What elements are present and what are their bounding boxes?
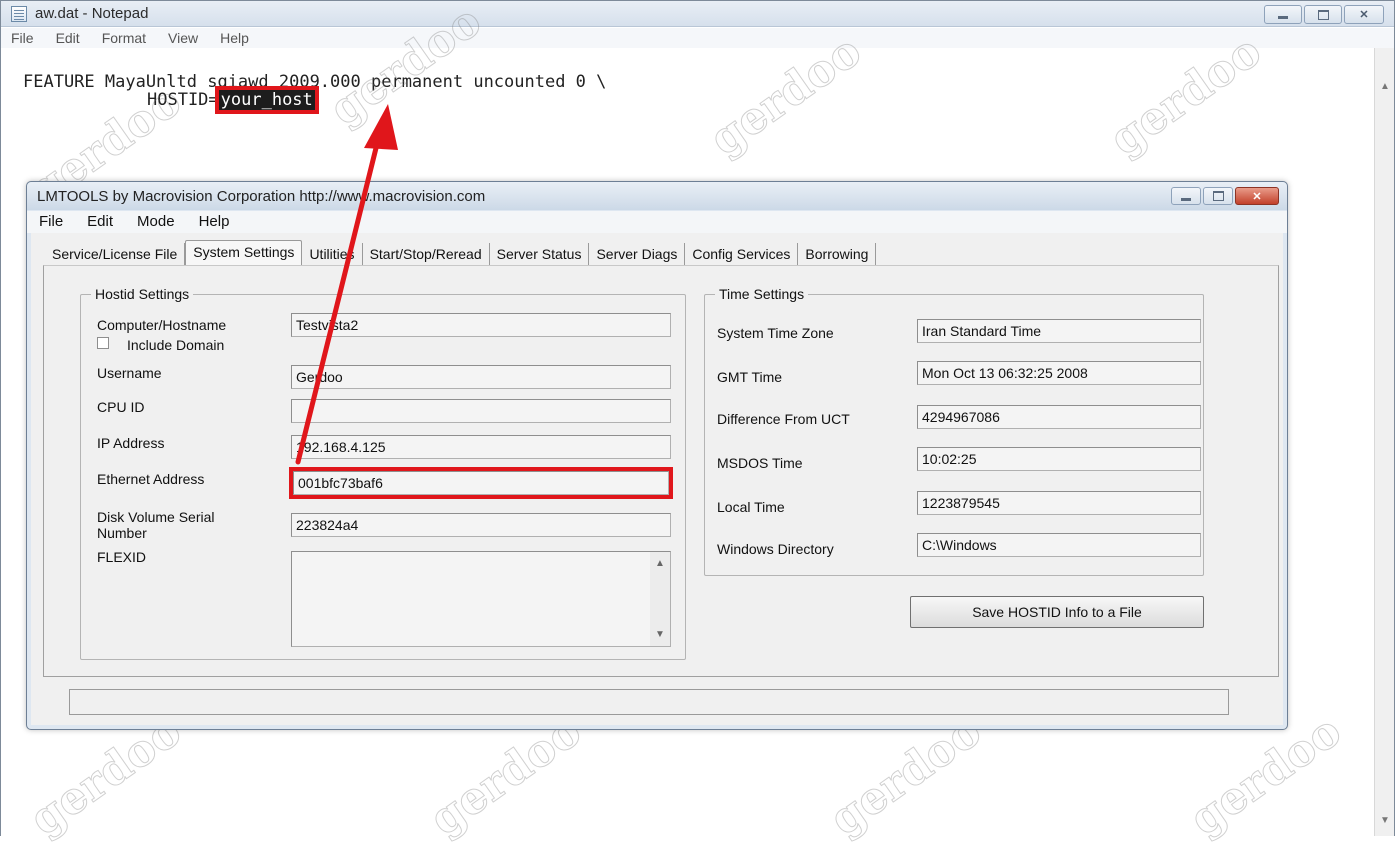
lmtools-tab-strip: Service/License File System Settings Uti… (45, 240, 877, 265)
tab-utilities[interactable]: Utilities (302, 243, 363, 265)
scroll-up-icon[interactable]: ▲ (1375, 78, 1395, 96)
notepad-menubar: File Edit Format View Help (1, 28, 1394, 48)
hostid-settings-title: Hostid Settings (91, 286, 194, 302)
lm-menu-edit[interactable]: Edit (87, 211, 113, 233)
difference-from-uct-field[interactable]: 4294967086 (917, 405, 1201, 429)
computer-hostname-field[interactable]: Testvista2 (291, 313, 671, 337)
notepad-window-controls: ✕ (1264, 5, 1384, 24)
menu-edit[interactable]: Edit (56, 28, 80, 48)
close-icon[interactable]: ✕ (1235, 187, 1279, 205)
tab-borrowing[interactable]: Borrowing (798, 243, 877, 265)
windows-directory-label: Windows Directory (717, 541, 834, 557)
hostid-prefix: HOSTID= (147, 90, 219, 110)
hostid-placeholder-highlight: your_host (214, 86, 319, 114)
computer-hostname-label: Computer/Hostname (97, 317, 227, 333)
maximize-icon[interactable] (1304, 5, 1342, 24)
system-settings-panel: Hostid Settings Computer/Hostname Testvi… (43, 265, 1279, 677)
cpu-id-label: CPU ID (97, 399, 145, 415)
include-domain-checkbox[interactable] (97, 337, 109, 349)
tab-server-status[interactable]: Server Status (490, 243, 590, 265)
tab-server-diags[interactable]: Server Diags (589, 243, 686, 265)
lm-menu-help[interactable]: Help (199, 211, 230, 233)
license-line-hostid: HOSTID= your_host (147, 86, 319, 114)
disk-volume-label-number: Number (97, 525, 147, 541)
scroll-down-icon[interactable]: ▼ (1375, 812, 1395, 830)
ip-address-field[interactable]: 192.168.4.125 (291, 435, 671, 459)
scroll-up-icon[interactable]: ▲ (655, 558, 665, 569)
gmt-time-field[interactable]: Mon Oct 13 06:32:25 2008 (917, 361, 1201, 385)
flexid-label: FLEXID (97, 549, 147, 565)
lmtools-menubar: File Edit Mode Help (27, 211, 1287, 233)
local-time-field[interactable]: 1223879545 (917, 491, 1201, 515)
difference-from-uct-label: Difference From UCT (717, 411, 850, 427)
scroll-down-icon[interactable]: ▼ (655, 629, 665, 640)
notepad-icon (11, 6, 27, 22)
lmtools-status-bar (69, 689, 1229, 715)
save-hostid-button[interactable]: Save HOSTID Info to a File (910, 596, 1204, 628)
lmtools-titlebar[interactable]: LMTOOLS by Macrovision Corporation http:… (27, 182, 1287, 210)
close-icon[interactable]: ✕ (1344, 5, 1384, 24)
license-line-feature: FEATURE MayaUnltd sgiawd 2009.000 perman… (23, 72, 607, 92)
tab-config-services[interactable]: Config Services (685, 243, 799, 265)
menu-view[interactable]: View (168, 28, 198, 48)
ethernet-address-field[interactable]: 001bfc73baf6 (289, 467, 673, 499)
username-field[interactable]: Gerdoo (291, 365, 671, 389)
minimize-icon[interactable] (1264, 5, 1302, 24)
menu-help[interactable]: Help (220, 28, 249, 48)
ip-address-label: IP Address (97, 435, 165, 451)
msdos-time-field[interactable]: 10:02:25 (917, 447, 1201, 471)
flexid-listbox[interactable]: ▲ ▼ (291, 551, 671, 647)
include-domain-label: Include Domain (127, 337, 225, 353)
ethernet-address-label: Ethernet Address (97, 471, 205, 487)
system-time-zone-label: System Time Zone (717, 325, 834, 341)
tab-service-license-file[interactable]: Service/License File (45, 243, 186, 265)
time-settings-title: Time Settings (715, 286, 809, 302)
username-label: Username (97, 365, 162, 381)
lm-menu-file[interactable]: File (39, 211, 63, 233)
notepad-vertical-scrollbar[interactable]: ▲ ▼ (1374, 48, 1394, 836)
tab-start-stop-reread[interactable]: Start/Stop/Reread (363, 243, 490, 265)
hostid-settings-group: Hostid Settings Computer/Hostname Testvi… (80, 286, 686, 660)
disk-volume-label: Disk Volume Serial (97, 509, 215, 525)
disk-volume-field[interactable]: 223824a4 (291, 513, 671, 537)
lm-menu-mode[interactable]: Mode (137, 211, 175, 233)
lmtools-window-controls: ✕ (1171, 187, 1279, 205)
gmt-time-label: GMT Time (717, 369, 783, 385)
lmtools-title: LMTOOLS by Macrovision Corporation http:… (37, 188, 486, 205)
menu-format[interactable]: Format (102, 28, 146, 48)
menu-file[interactable]: File (11, 28, 34, 48)
notepad-title: aw.dat - Notepad (35, 5, 149, 22)
time-settings-group: Time Settings System Time Zone Iran Stan… (704, 286, 1204, 576)
maximize-icon[interactable] (1203, 187, 1233, 205)
lmtools-window: LMTOOLS by Macrovision Corporation http:… (26, 181, 1288, 730)
local-time-label: Local Time (717, 499, 785, 515)
minimize-icon[interactable] (1171, 187, 1201, 205)
msdos-time-label: MSDOS Time (717, 455, 803, 471)
system-time-zone-field[interactable]: Iran Standard Time (917, 319, 1201, 343)
flexid-scrollbar[interactable]: ▲ ▼ (650, 552, 670, 646)
notepad-titlebar[interactable]: aw.dat - Notepad ✕ (1, 1, 1394, 27)
windows-directory-field[interactable]: C:\Windows (917, 533, 1201, 557)
cpu-id-field[interactable] (291, 399, 671, 423)
lmtools-body: Service/License File System Settings Uti… (31, 233, 1283, 725)
tab-system-settings[interactable]: System Settings (185, 240, 303, 265)
